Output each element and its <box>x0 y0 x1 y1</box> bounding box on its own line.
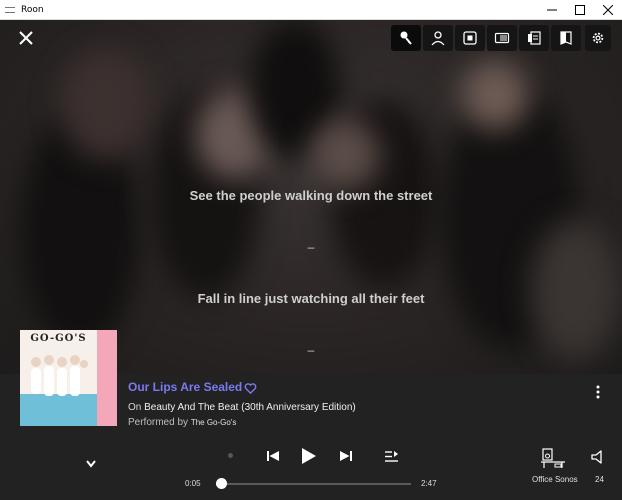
view-toolbar <box>391 25 581 51</box>
album-cover[interactable]: GO-GO'S <box>20 330 117 426</box>
focus-view-button[interactable] <box>455 25 485 51</box>
favorite-heart-icon[interactable] <box>244 382 257 395</box>
lyric-line: See the people walking down the street <box>189 188 433 203</box>
maximize-icon <box>575 5 585 15</box>
band-figures-illustration <box>31 355 88 396</box>
queue-button[interactable] <box>384 446 398 466</box>
play-icon <box>302 448 316 464</box>
volume-level: 24 <box>595 475 604 484</box>
performed-by-prefix: Performed by <box>128 417 189 428</box>
zone-speaker-icon[interactable] <box>541 447 565 469</box>
lyrics-icon <box>400 31 412 45</box>
radio-indicator-dot[interactable] <box>228 453 233 458</box>
chevron-down-icon[interactable] <box>84 458 98 470</box>
volume-icon[interactable] <box>590 449 606 465</box>
seek-bar[interactable] <box>216 483 411 485</box>
track-duration: 2:47 <box>421 479 437 488</box>
artist-link[interactable]: The Go-Go's <box>191 418 237 427</box>
book-icon <box>560 31 572 45</box>
window-title: Roon <box>21 4 44 15</box>
more-options-icon[interactable] <box>592 384 604 400</box>
lyrics-view-button[interactable] <box>391 25 421 51</box>
credits-view-button[interactable] <box>487 25 517 51</box>
album-link[interactable]: Beauty And The Beat (30th Anniversary Ed… <box>144 402 356 413</box>
zone-name[interactable]: Office Sonos <box>532 475 578 484</box>
settings-button[interactable] <box>585 25 611 51</box>
album-line: On Beauty And The Beat (30th Anniversary… <box>128 402 356 413</box>
next-icon <box>340 451 352 461</box>
maximize-button[interactable] <box>566 0 594 20</box>
person-icon <box>431 31 445 46</box>
album-cover-logo: GO-GO'S <box>30 333 87 344</box>
app-menu-icon[interactable] <box>5 6 15 13</box>
previous-icon <box>267 451 279 461</box>
elapsed-time: 0:05 <box>185 479 201 488</box>
focus-icon <box>463 31 477 45</box>
minimize-icon <box>547 9 557 11</box>
gear-icon <box>592 32 604 44</box>
minimize-button[interactable] <box>538 0 566 20</box>
on-prefix: On <box>128 402 142 413</box>
queue-icon <box>384 450 398 462</box>
artist-view-button[interactable] <box>423 25 453 51</box>
window-titlebar: Roon <box>0 0 622 20</box>
lyric-separator: – <box>307 240 315 254</box>
close-icon <box>603 5 613 15</box>
next-track-button[interactable] <box>339 446 353 466</box>
window-controls <box>538 0 622 20</box>
lyric-line: Fall in line just watching all their fee… <box>197 291 425 306</box>
album-info-icon <box>528 31 541 45</box>
close-window-button[interactable] <box>594 0 622 20</box>
play-button[interactable] <box>300 446 318 466</box>
performer-line: Performed by The Go-Go's <box>128 417 236 428</box>
close-now-playing-button[interactable] <box>14 26 38 50</box>
previous-track-button[interactable] <box>266 446 280 466</box>
review-view-button[interactable] <box>551 25 581 51</box>
album-info-view-button[interactable] <box>519 25 549 51</box>
track-title-link[interactable]: Our Lips Are Sealed <box>128 380 242 394</box>
credits-icon <box>494 32 510 44</box>
